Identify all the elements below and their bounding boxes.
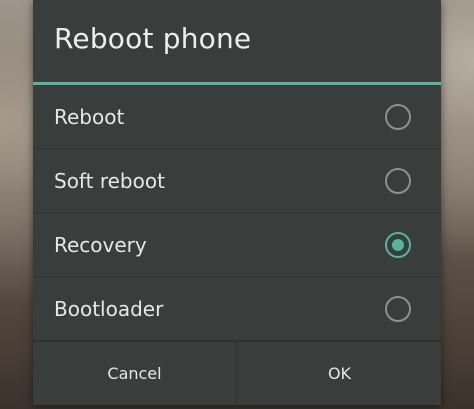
reboot-option-list: Reboot Soft reboot Recovery Bootloader	[33, 85, 441, 341]
dialog-title: Reboot phone	[54, 22, 252, 55]
button-divider	[236, 342, 237, 406]
option-label: Reboot	[54, 105, 125, 129]
radio-button-icon[interactable]	[385, 104, 411, 130]
option-recovery[interactable]: Recovery	[33, 213, 441, 277]
ok-button[interactable]: OK	[238, 342, 441, 406]
reboot-dialog: Reboot phone Reboot Soft reboot Recovery…	[33, 0, 441, 406]
option-label: Recovery	[54, 233, 147, 257]
option-label: Soft reboot	[54, 169, 165, 193]
option-reboot[interactable]: Reboot	[33, 85, 441, 149]
radio-button-icon[interactable]	[385, 168, 411, 194]
radio-button-icon[interactable]	[385, 232, 411, 258]
dialog-button-bar: Cancel OK	[33, 341, 441, 406]
option-label: Bootloader	[54, 297, 164, 321]
radio-dot-icon	[392, 239, 404, 251]
option-soft-reboot[interactable]: Soft reboot	[33, 149, 441, 213]
radio-button-icon[interactable]	[385, 296, 411, 322]
cancel-button[interactable]: Cancel	[33, 342, 236, 406]
option-bootloader[interactable]: Bootloader	[33, 277, 441, 341]
